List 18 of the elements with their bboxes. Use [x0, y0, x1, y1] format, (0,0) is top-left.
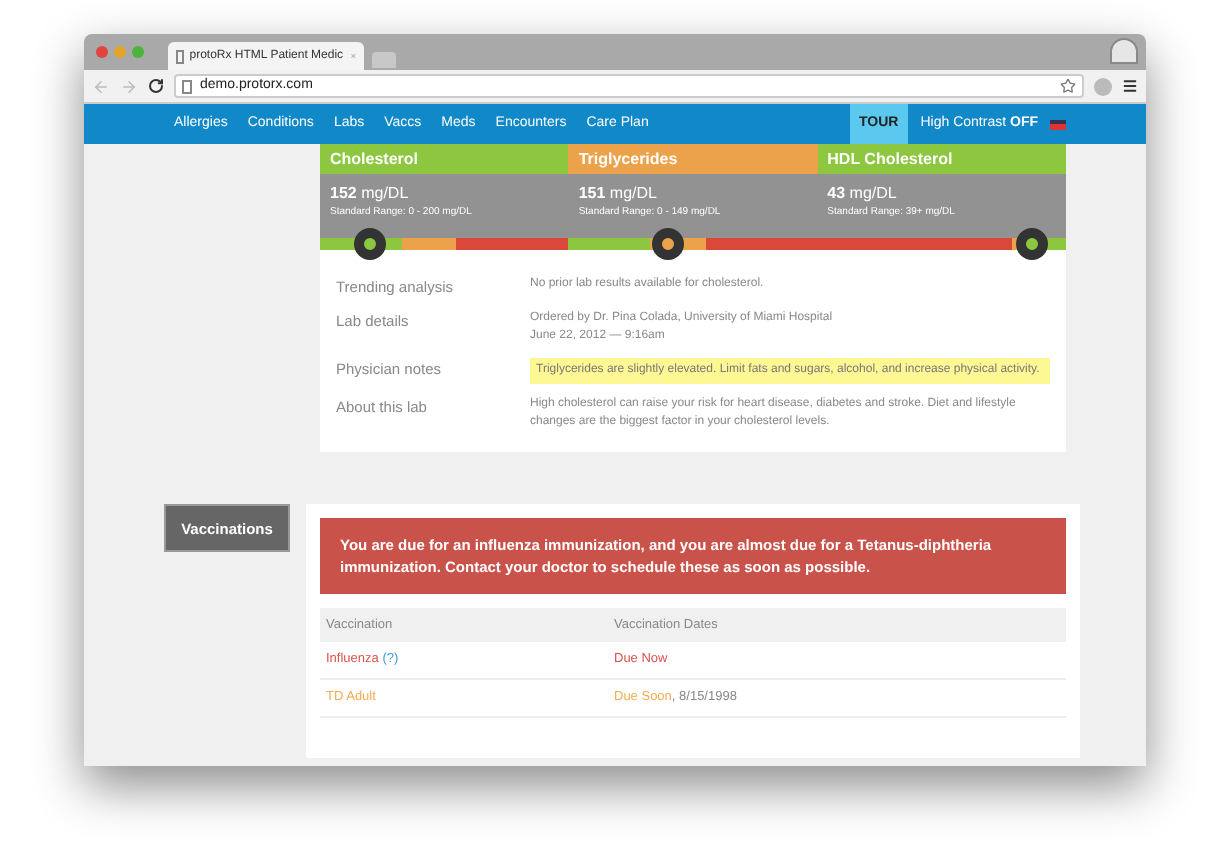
page-icon	[176, 49, 184, 63]
back-icon[interactable]	[92, 77, 110, 95]
lab-value: 43 mg/DL	[827, 186, 899, 202]
forward-icon[interactable]	[120, 77, 138, 95]
lab-header: Cholesterol	[320, 144, 569, 174]
close-window-icon[interactable]	[96, 46, 108, 58]
menu-icon[interactable]	[1122, 78, 1138, 94]
new-tab-button[interactable]	[372, 52, 396, 68]
lab-header: HDL Cholesterol	[817, 144, 1066, 174]
flag-icon[interactable]	[1050, 119, 1066, 129]
minimize-window-icon[interactable]	[114, 46, 126, 58]
reload-icon[interactable]	[148, 78, 164, 94]
lab-header: Triglycerides	[568, 144, 818, 174]
lab-value: 151 mg/DL	[578, 186, 659, 202]
lab-value: 152 mg/DL	[330, 186, 411, 202]
zoom-window-icon[interactable]	[132, 46, 144, 58]
page-icon	[182, 79, 192, 93]
star-icon[interactable]	[1060, 78, 1076, 94]
